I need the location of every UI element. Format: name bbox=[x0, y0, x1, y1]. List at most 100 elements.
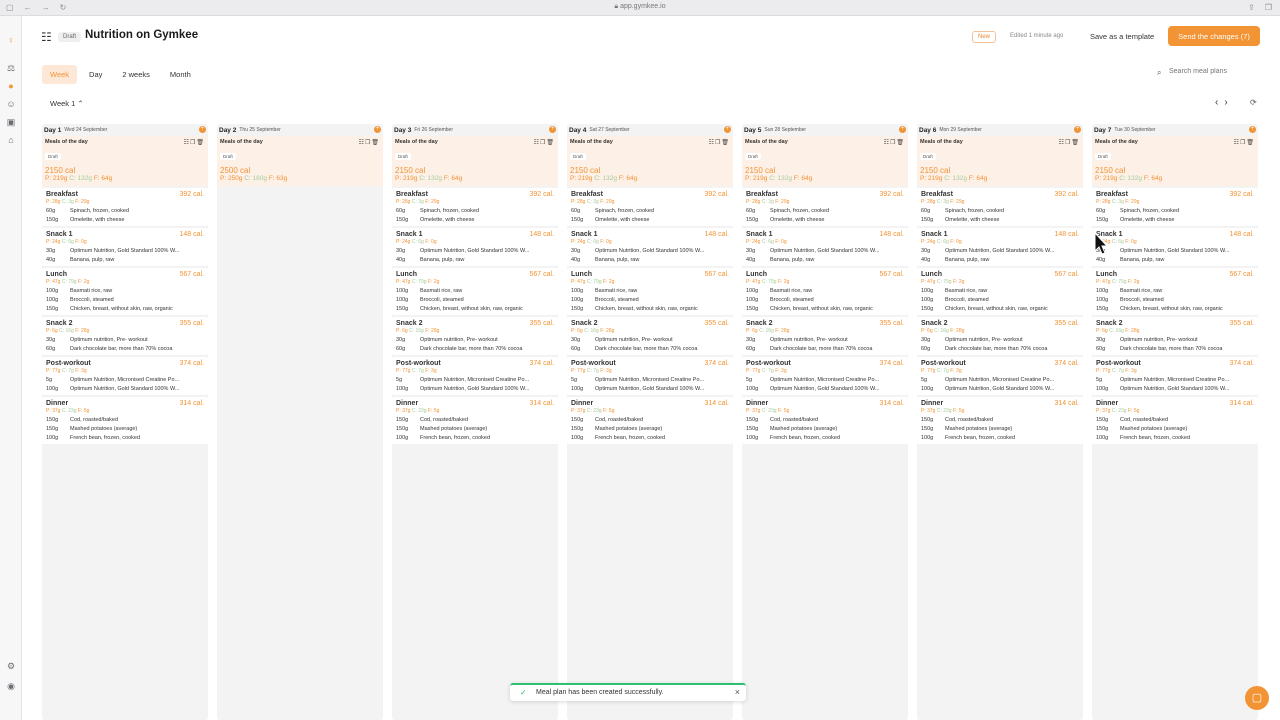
day-summary[interactable]: Meals of the day ☷❐🗑︎ Draft 2150 cal P: … bbox=[742, 136, 908, 186]
meal-card[interactable]: Post-workout 374 cal. P: 77g C: 7g F: 3g… bbox=[1092, 357, 1258, 395]
carb-value: C: 16g bbox=[1109, 328, 1124, 334]
meal-card[interactable]: Breakfast 392 cal. P: 28g C: 3g F: 29g 60… bbox=[742, 188, 908, 226]
trash-icon[interactable]: 🗑︎ bbox=[1071, 140, 1080, 146]
meal-card[interactable]: Snack 2 355 cal. P: 6g C: 16g F: 28g 30g O… bbox=[567, 317, 733, 355]
meal-card[interactable]: Post-workout 374 cal. P: 77g C: 7g F: 3g… bbox=[567, 357, 733, 395]
nutrition-icon[interactable]: ● bbox=[5, 80, 17, 92]
food-name: French bean, frozen, cooked bbox=[70, 435, 141, 441]
meal-card[interactable]: Lunch 567 cal. P: 47g C: 79g F: 2g 100g Ba… bbox=[1092, 268, 1258, 315]
meal-card[interactable]: Dinner 314 cal. P: 37g C: 23g F: 5g 150g C… bbox=[742, 397, 908, 444]
fat-value: F: 28g bbox=[425, 328, 440, 334]
add-icon[interactable]: + bbox=[899, 126, 906, 133]
meal-card[interactable]: Snack 1 148 cal. P: 24g C: 6g F: 0g30gOp… bbox=[567, 228, 733, 266]
meal-card[interactable]: Lunch 567 cal. P: 47g C: 79g F: 2g 100g Ba… bbox=[742, 268, 908, 315]
meal-card[interactable]: Dinner 314 cal. P: 37g C: 23g F: 5g 150g C… bbox=[392, 397, 558, 444]
food-item: 30g Optimum nutrition, Pre- workout bbox=[921, 337, 1079, 343]
chevron-right-icon[interactable]: › bbox=[1224, 97, 1227, 108]
meal-card[interactable]: Dinner 314 cal. P: 37g C: 23g F: 5g 150g C… bbox=[42, 397, 208, 444]
meal-card[interactable]: Snack 1 148 cal. P: 24g C: 6g F: 0g30gOp… bbox=[742, 228, 908, 266]
meal-card[interactable]: Breakfast 392 cal. P: 28g C: 3g F: 29g 60… bbox=[1092, 188, 1258, 226]
meal-card[interactable]: Lunch 567 cal. P: 47g C: 79g F: 2g 100g Ba… bbox=[917, 268, 1083, 315]
protein-value: P: 47g bbox=[396, 279, 411, 285]
meal-card[interactable]: Breakfast 392 cal. P: 28g C: 3g F: 29g 60… bbox=[42, 188, 208, 226]
settings-icon[interactable]: ⚙ bbox=[5, 660, 17, 672]
page-title[interactable]: Nutrition on Gymkee bbox=[85, 29, 198, 41]
tab-day[interactable]: Day bbox=[81, 65, 110, 84]
meal-card[interactable]: Snack 2 355 cal. P: 6g C: 16g F: 28g 30g O… bbox=[742, 317, 908, 355]
tab-2-weeks[interactable]: 2 weeks bbox=[114, 65, 158, 84]
meal-card[interactable]: Post-workout 374 cal. P: 77g C: 7g F: 3g… bbox=[392, 357, 558, 395]
tabs-icon[interactable]: ❐ bbox=[1265, 3, 1272, 12]
dumbbell-icon[interactable]: ⚖ bbox=[5, 62, 17, 74]
tab-week[interactable]: Week bbox=[42, 65, 78, 84]
trash-icon[interactable]: 🗑︎ bbox=[546, 140, 555, 146]
meal-card[interactable]: Snack 1 148 cal. P: 24g C: 6g F: 0g30gOp… bbox=[917, 228, 1083, 266]
carb-value: C: 3g bbox=[936, 199, 949, 205]
logo-icon[interactable]: ♀ bbox=[5, 34, 17, 46]
food-quantity: 150g bbox=[396, 426, 409, 432]
avatar[interactable]: ◉ bbox=[5, 680, 17, 692]
meal-card[interactable]: Post-workout 374 cal. P: 77g C: 7g F: 3g… bbox=[742, 357, 908, 395]
trash-icon[interactable]: 🗑︎ bbox=[1246, 140, 1255, 146]
meal-card[interactable]: Snack 1 148 cal. P: 24g C: 6g F: 0g30gOp… bbox=[392, 228, 558, 266]
meal-card[interactable]: Post-workout 374 cal. P: 77g C: 7g F: 3g… bbox=[42, 357, 208, 395]
close-icon[interactable]: × bbox=[735, 687, 740, 697]
video-icon[interactable]: ▣ bbox=[5, 116, 17, 128]
day-summary[interactable]: Meals of the day ☷❐🗑︎ Draft 2150 cal P: … bbox=[42, 136, 208, 186]
day-summary[interactable]: Meals of the day ☷❐🗑︎ Draft 2150 cal P: … bbox=[567, 136, 733, 186]
meal-card[interactable]: Snack 2 355 cal. P: 6g C: 16g F: 28g 30g O… bbox=[42, 317, 208, 355]
tab-month[interactable]: Month bbox=[162, 65, 199, 84]
day-summary[interactable]: Meals of the day ☷❐🗑︎ Draft 2150 cal P: … bbox=[392, 136, 558, 186]
chat-button[interactable]: ▢ bbox=[1245, 686, 1269, 710]
clients-icon[interactable]: ☺ bbox=[5, 98, 17, 110]
trash-icon[interactable]: 🗑︎ bbox=[371, 140, 380, 146]
store-icon[interactable]: ⌂ bbox=[5, 134, 17, 146]
meal-card[interactable]: Lunch 567 cal. P: 47g C: 79g F: 2g 100g Ba… bbox=[567, 268, 733, 315]
add-icon[interactable]: + bbox=[374, 126, 381, 133]
meal-calories: 148 cal. bbox=[879, 231, 904, 238]
meal-card[interactable]: Breakfast 392 cal. P: 28g C: 3g F: 29g 60… bbox=[917, 188, 1083, 226]
meal-card[interactable]: Lunch 567 cal. P: 47g C: 79g F: 2g 100g Ba… bbox=[42, 268, 208, 315]
food-item: 5g Optimum Nutrition, Micronised Creatine… bbox=[571, 377, 729, 383]
week-selector[interactable]: Week 1 ⌃ bbox=[45, 96, 89, 111]
meal-card[interactable]: Dinner 314 cal. P: 37g C: 23g F: 5g 150g C… bbox=[567, 397, 733, 444]
food-quantity: 40g bbox=[396, 257, 406, 263]
search-input[interactable] bbox=[1169, 68, 1259, 75]
day-summary[interactable]: Meals of the day ☷❐🗑︎ Draft 2150 cal P: … bbox=[917, 136, 1083, 186]
food-item: 150g Omelette, with cheese bbox=[746, 217, 904, 223]
add-icon[interactable]: + bbox=[199, 126, 206, 133]
chevron-left-icon[interactable]: ‹ bbox=[1215, 97, 1218, 108]
add-icon[interactable]: + bbox=[549, 126, 556, 133]
food-quantity: 5g bbox=[396, 377, 403, 383]
refresh-icon[interactable]: ⟳ bbox=[1250, 98, 1257, 107]
trash-icon[interactable]: 🗑︎ bbox=[896, 140, 905, 146]
meal-card[interactable]: Snack 2 355 cal. P: 6g C: 16g F: 28g 30g O… bbox=[392, 317, 558, 355]
meal-card[interactable]: Dinner 314 cal. P: 37g C: 23g F: 5g 150g C… bbox=[917, 397, 1083, 444]
day-summary[interactable]: Meals of the day ☷❐🗑︎ Draft 2150 cal P: … bbox=[1092, 136, 1258, 186]
search-box: ⌕ bbox=[1151, 68, 1261, 82]
fat-value: F: 3g bbox=[950, 368, 962, 374]
trash-icon[interactable]: 🗑︎ bbox=[721, 140, 730, 146]
meal-card[interactable]: Breakfast 392 cal. P: 28g C: 3g F: 29g 60… bbox=[392, 188, 558, 226]
share-icon[interactable]: ⇪ bbox=[1248, 3, 1255, 12]
meal-card[interactable]: Snack 2 355 cal. P: 6g C: 16g F: 28g 30g O… bbox=[917, 317, 1083, 355]
meal-card[interactable]: Breakfast 392 cal. P: 28g C: 3g F: 29g 60… bbox=[567, 188, 733, 226]
food-name: Optimum Nutrition, Micronised Creatine P… bbox=[1120, 377, 1230, 383]
add-icon[interactable]: + bbox=[724, 126, 731, 133]
meal-card[interactable]: Dinner 314 cal. P: 37g C: 23g F: 5g 150g C… bbox=[1092, 397, 1258, 444]
meal-card[interactable]: Post-workout 374 cal. P: 77g C: 7g F: 3g… bbox=[917, 357, 1083, 395]
meal-card[interactable]: Snack 1 148 cal. P: 24g C: 6g F: 0g30gOp… bbox=[1092, 228, 1258, 266]
send-changes-button[interactable]: Send the changes (7) bbox=[1168, 26, 1260, 46]
save-template-button[interactable]: Save as a template bbox=[1084, 27, 1160, 45]
meal-macros: P: 6g C: 16g F: 28g bbox=[571, 328, 729, 334]
trash-icon[interactable]: 🗑︎ bbox=[196, 140, 205, 146]
meal-card[interactable]: Snack 1 148 cal. P: 24g C: 6g F: 0g30gOp… bbox=[42, 228, 208, 266]
address-bar[interactable]: 🔒︎ app.gymkee.io bbox=[0, 3, 1280, 11]
day-summary[interactable]: Meals of the day ☷❐🗑︎ Draft 2500 cal P: … bbox=[217, 136, 383, 186]
sliders-icon[interactable]: ☷ bbox=[41, 30, 52, 44]
meal-calories: 392 cal. bbox=[1054, 191, 1079, 198]
add-icon[interactable]: + bbox=[1074, 126, 1081, 133]
meal-card[interactable]: Snack 2 355 cal. P: 6g C: 16g F: 28g 30g O… bbox=[1092, 317, 1258, 355]
add-icon[interactable]: + bbox=[1249, 126, 1256, 133]
meal-card[interactable]: Lunch 567 cal. P: 47g C: 79g F: 2g 100g Ba… bbox=[392, 268, 558, 315]
